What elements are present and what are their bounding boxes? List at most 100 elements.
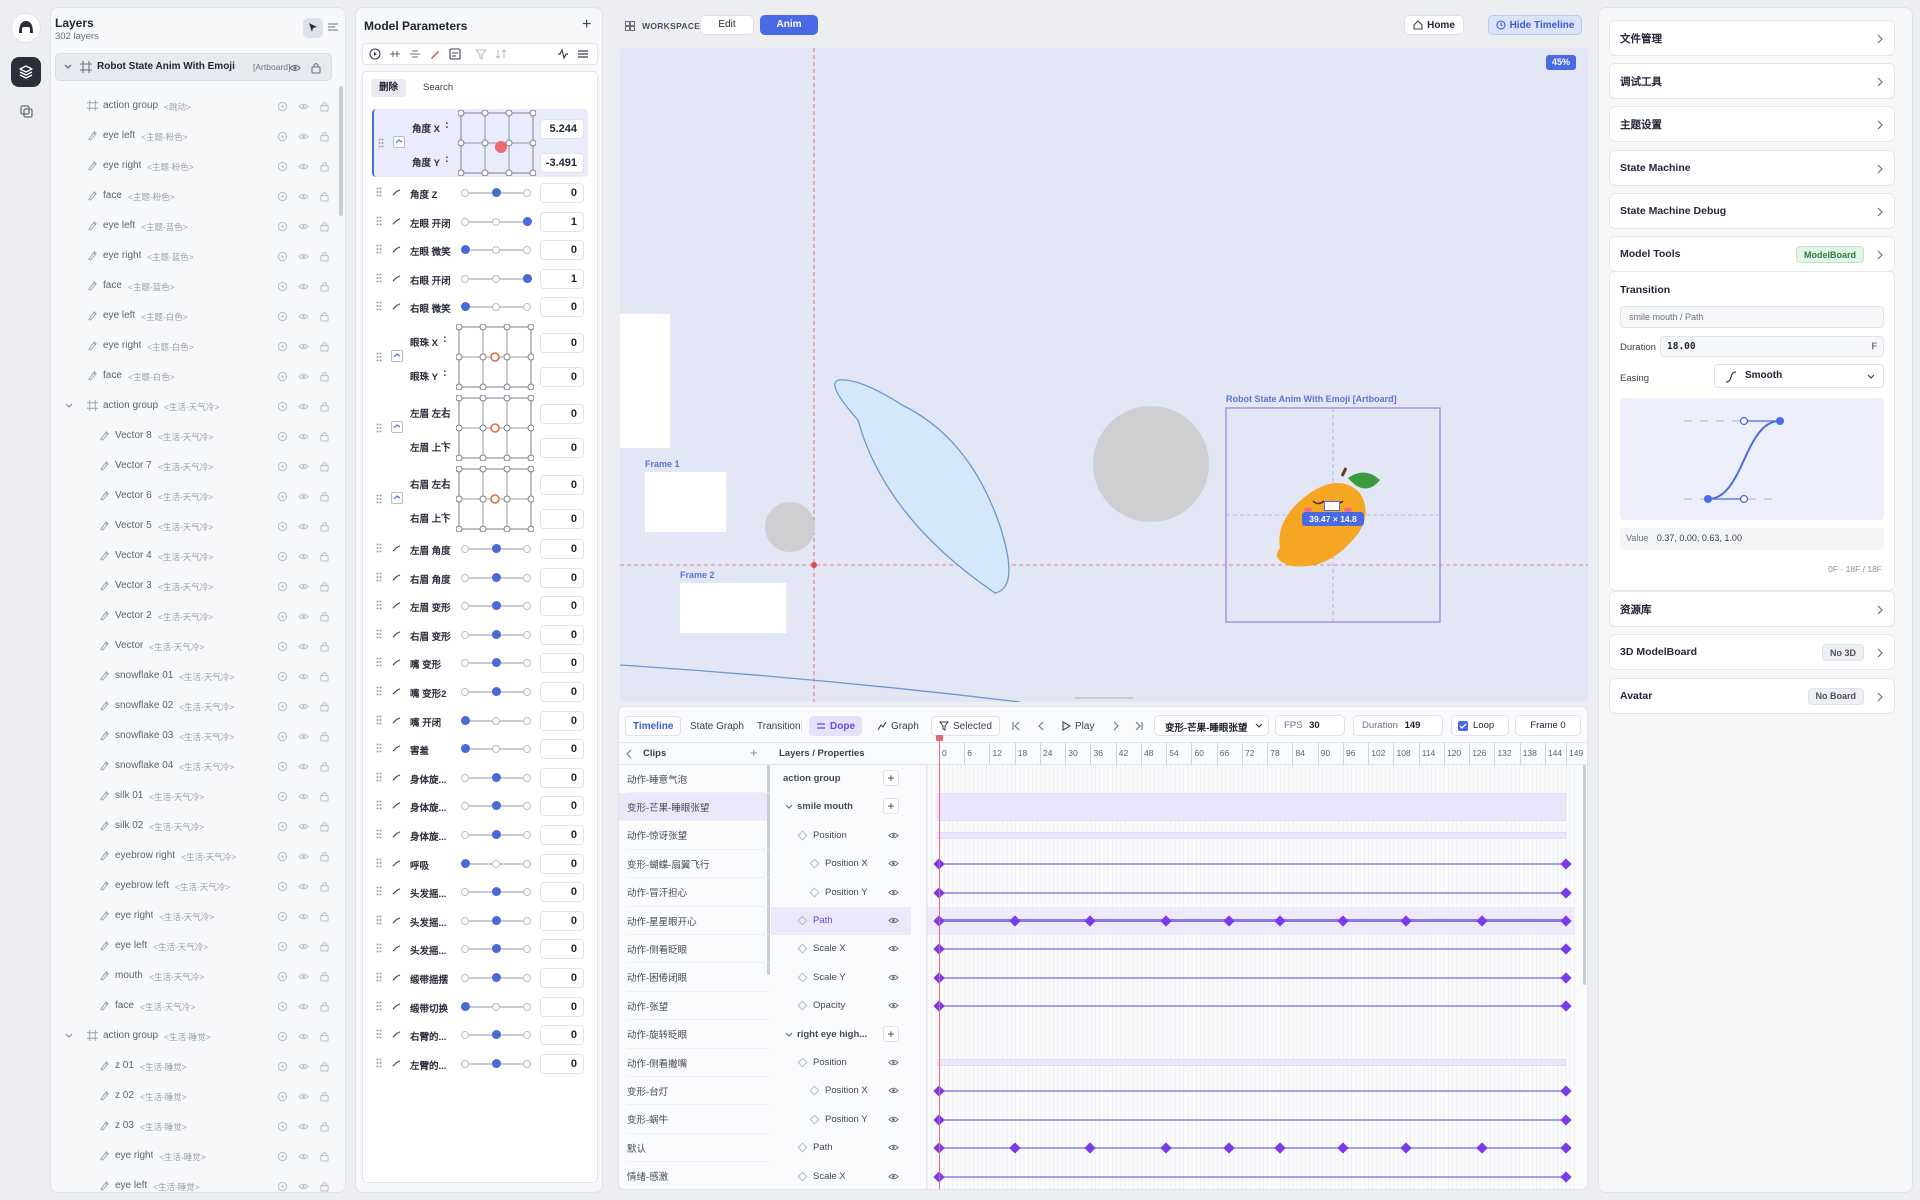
selection-handle[interactable] — [1324, 501, 1340, 511]
hide-timeline-button[interactable]: Hide Timeline — [1488, 15, 1582, 35]
drag-handle-icon[interactable] — [376, 187, 382, 197]
keyframe-track[interactable] — [927, 822, 1575, 850]
param-curve-icon[interactable] — [392, 1002, 401, 1011]
eye-icon[interactable] — [296, 849, 310, 863]
param-value[interactable]: 5.244 — [540, 119, 584, 139]
keyframe-diamond[interactable] — [1400, 1142, 1412, 1154]
param-curve-icon[interactable] — [392, 916, 401, 925]
eye-icon[interactable] — [296, 129, 310, 143]
layer-row[interactable]: Vector 2 <生活-天气冷> — [57, 602, 335, 630]
param-value[interactable]: 0 — [540, 1053, 584, 1074]
target-icon[interactable] — [275, 759, 289, 773]
target-icon[interactable] — [275, 549, 289, 563]
slider-knob[interactable] — [491, 601, 501, 611]
param-slider[interactable] — [461, 687, 531, 696]
lock-icon[interactable] — [317, 279, 331, 293]
eye-icon[interactable] — [296, 879, 310, 893]
drag-handle-icon[interactable] — [376, 972, 382, 982]
param-slider[interactable] — [461, 973, 531, 982]
canvas-resize-handle[interactable] — [1074, 697, 1134, 699]
drag-handle-icon[interactable] — [376, 943, 382, 953]
drag-handle-icon[interactable] — [376, 886, 382, 896]
param-slider[interactable] — [461, 801, 531, 811]
lock-icon[interactable] — [317, 699, 331, 713]
slider-knob[interactable] — [460, 302, 470, 312]
inspector-section[interactable]: 主题设置 — [1609, 106, 1895, 143]
slider-knob[interactable] — [491, 944, 501, 954]
layer-row[interactable]: eye left <主题-粉色> — [57, 122, 335, 150]
property-row[interactable]: Opacity — [771, 992, 911, 1020]
param-value[interactable]: 0 — [540, 367, 584, 387]
layer-row[interactable]: z 01 <生活-睡觉> — [57, 1052, 335, 1080]
param-value[interactable]: 0 — [540, 910, 584, 931]
target-icon[interactable] — [275, 969, 289, 983]
keyframe-diamond[interactable] — [1560, 943, 1572, 956]
anim-mode-button[interactable]: Anim — [760, 15, 818, 35]
param-value[interactable]: 0 — [540, 939, 584, 960]
drag-handle-icon[interactable] — [376, 216, 382, 226]
eye-icon[interactable] — [296, 159, 310, 173]
param-value[interactable]: 0 — [540, 475, 584, 495]
target-icon[interactable] — [275, 219, 289, 233]
param-slider[interactable] — [461, 887, 531, 897]
xy-pad[interactable] — [458, 110, 536, 176]
slider-knob[interactable] — [460, 245, 470, 255]
lock-icon[interactable] — [317, 429, 331, 443]
inspector-section[interactable]: State Machine Debug — [1609, 192, 1895, 229]
play-circle-icon[interactable] — [369, 48, 381, 60]
layer-row[interactable]: eyebrow left <生活-天气冷> — [57, 872, 335, 900]
layer-row[interactable]: eye right <生活-天气冷> — [57, 902, 335, 930]
keyframe-toggle-icon[interactable] — [797, 830, 808, 841]
property-row[interactable]: Position Y — [771, 879, 911, 907]
slider-knob[interactable] — [491, 1030, 501, 1040]
lock-icon[interactable] — [317, 849, 331, 863]
keyframe-track[interactable] — [927, 935, 1575, 963]
param-value[interactable]: 0 — [540, 825, 584, 845]
target-icon[interactable] — [275, 999, 289, 1013]
lock-icon[interactable] — [317, 129, 331, 143]
param-value[interactable]: 0 — [540, 183, 584, 203]
slider-knob[interactable] — [491, 1058, 501, 1068]
tab-timeline[interactable]: Timeline — [625, 716, 682, 736]
clip-item[interactable]: 变形-芒果-睡眼张望 — [619, 793, 767, 822]
param-slider[interactable] — [461, 273, 532, 283]
clip-item[interactable]: 变形-蝴蝶-扇翼飞行 — [627, 850, 769, 879]
drag-handle-icon[interactable] — [376, 572, 382, 582]
eye-icon[interactable] — [296, 219, 310, 233]
eye-icon[interactable] — [296, 1179, 310, 1192]
layer-row[interactable]: eye right <生活-睡觉> — [57, 1142, 335, 1170]
add-property-button[interactable]: + — [883, 770, 899, 786]
keyframe-diamond[interactable] — [1560, 886, 1572, 899]
param-value[interactable]: 0 — [540, 596, 584, 617]
eye-icon[interactable] — [888, 973, 899, 982]
param-slider[interactable] — [461, 658, 531, 668]
layer-row[interactable]: face <主题-蓝色> — [57, 272, 335, 300]
clip-item[interactable]: 动作-张望 — [627, 992, 769, 1021]
drag-handle-icon[interactable] — [376, 915, 382, 925]
param-curve-icon[interactable] — [392, 801, 401, 810]
param-value[interactable]: -3.491 — [540, 153, 584, 173]
clip-select[interactable]: 变形-芒果-睡眼张望 — [1154, 715, 1269, 736]
target-icon[interactable] — [275, 459, 289, 473]
lock-icon[interactable] — [317, 969, 331, 983]
transition-duration-input[interactable]: 18.00 F — [1660, 336, 1884, 357]
param-slider[interactable] — [461, 772, 531, 782]
lock-icon[interactable] — [317, 159, 331, 173]
eye-icon[interactable] — [888, 888, 899, 897]
eye-icon[interactable] — [296, 609, 310, 623]
layer-row[interactable]: eye left <主题-白色> — [57, 302, 335, 330]
lock-icon[interactable] — [317, 519, 331, 533]
layer-row[interactable]: snowflake 02 <生活-天气冷> — [57, 692, 335, 720]
eye-icon[interactable] — [296, 1089, 310, 1103]
keyframe-diamond[interactable] — [1274, 915, 1286, 927]
keyframe-track[interactable] — [927, 765, 1575, 793]
param-value[interactable]: 0 — [540, 333, 584, 353]
chevron-down-icon[interactable] — [64, 63, 72, 71]
layer-row[interactable]: snowflake 01 <生活-天气冷> — [57, 662, 335, 690]
keyframe-diamond[interactable] — [1560, 1170, 1572, 1183]
eye-icon[interactable] — [296, 1059, 310, 1073]
keyframe-track[interactable] — [927, 1021, 1575, 1049]
keyframe-diamond[interactable] — [1084, 915, 1097, 927]
keyframe-diamond[interactable] — [1560, 858, 1572, 870]
transition-target[interactable]: smile mouth / Path — [1620, 306, 1884, 328]
